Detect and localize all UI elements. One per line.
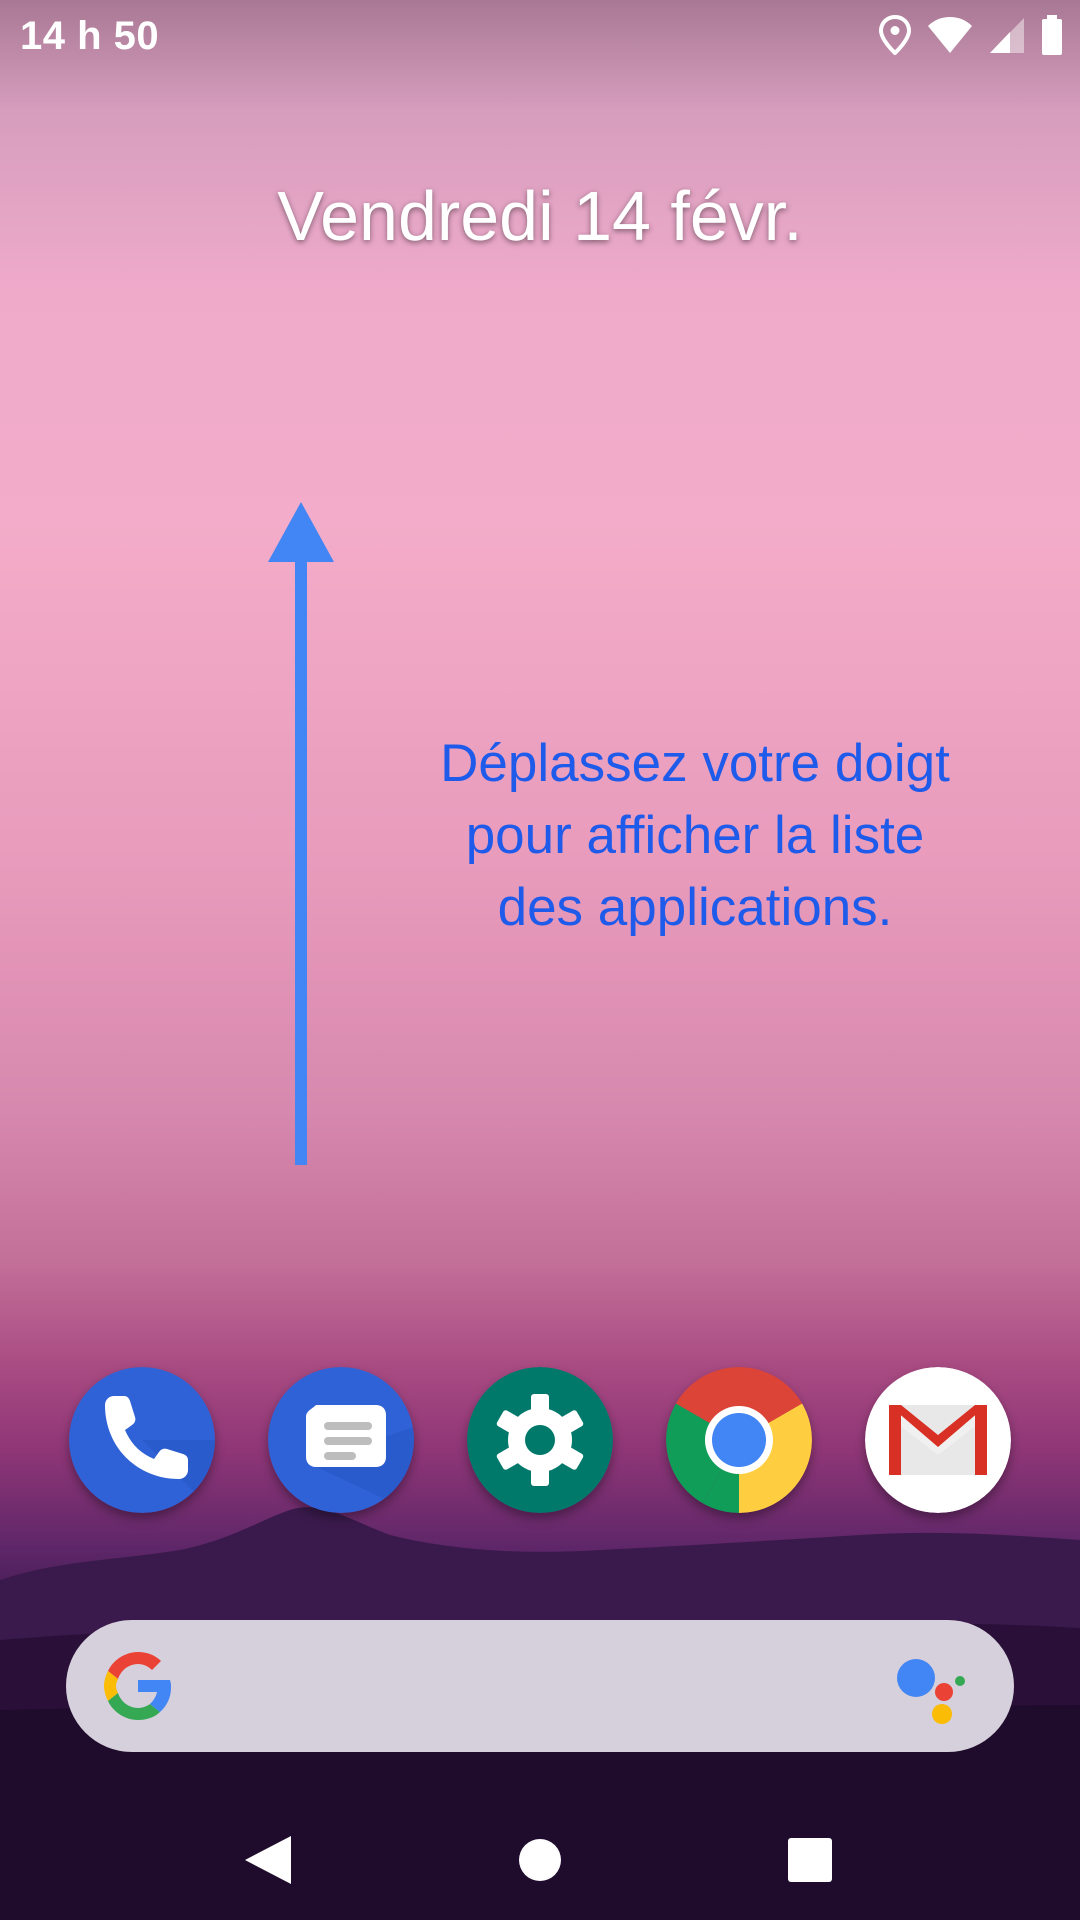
swipe-hint-line: pour afficher la liste <box>465 806 925 865</box>
status-icons <box>878 12 1064 62</box>
app-label: Paramètres <box>467 1367 468 1368</box>
chrome-app-icon <box>666 1367 812 1513</box>
app-label: Gmail <box>865 1367 866 1368</box>
messages-app-button[interactable]: Messages <box>268 1367 414 1513</box>
status-bar: 14 h 50 <box>0 0 1080 72</box>
date-widget[interactable]: Vendredi 14 févr. <box>0 176 1080 256</box>
chrome-app-button[interactable]: Chrome <box>666 1367 812 1513</box>
swipe-hint-line: des applications. <box>497 878 893 937</box>
navigation-bar <box>0 1800 1080 1920</box>
app-label: Téléphone <box>69 1367 70 1368</box>
app-label: Chrome <box>666 1367 667 1368</box>
home-button[interactable] <box>500 1820 580 1900</box>
home-icon <box>519 1839 561 1881</box>
swipe-hint-line: Déplassez votre doigt <box>440 734 950 793</box>
back-button[interactable] <box>228 1820 308 1900</box>
google-search-bar[interactable] <box>66 1620 1014 1752</box>
phone-app-button[interactable]: Téléphone <box>69 1367 215 1513</box>
back-icon <box>245 1836 291 1884</box>
app-label: Messages <box>268 1367 269 1368</box>
swipe-hint-text: Déplassez votre doigt pour afficher la l… <box>380 728 1010 944</box>
status-time: 14 h 50 <box>20 14 160 58</box>
google-assistant-icon[interactable] <box>896 1656 966 1726</box>
location-icon <box>878 14 912 60</box>
phone-app-icon <box>69 1367 215 1513</box>
messages-app-icon <box>268 1367 414 1513</box>
recents-icon <box>788 1838 832 1882</box>
gmail-app-icon <box>865 1367 1011 1513</box>
battery-icon <box>1040 14 1064 61</box>
home-screen: 14 h 50 Vendredi 14 févr. Déplassez votr… <box>0 0 1080 1920</box>
app-dock: Téléphone Messages Paramètres <box>0 1367 1080 1513</box>
recents-button[interactable] <box>770 1820 850 1900</box>
google-g-icon[interactable] <box>102 1650 174 1722</box>
settings-app-icon <box>467 1367 613 1513</box>
cellular-signal-icon <box>988 15 1026 60</box>
gmail-app-button[interactable]: Gmail <box>865 1367 1011 1513</box>
settings-app-button[interactable]: Paramètres <box>467 1367 613 1513</box>
wifi-icon <box>926 15 974 60</box>
swipe-up-arrow-icon <box>268 502 334 1165</box>
